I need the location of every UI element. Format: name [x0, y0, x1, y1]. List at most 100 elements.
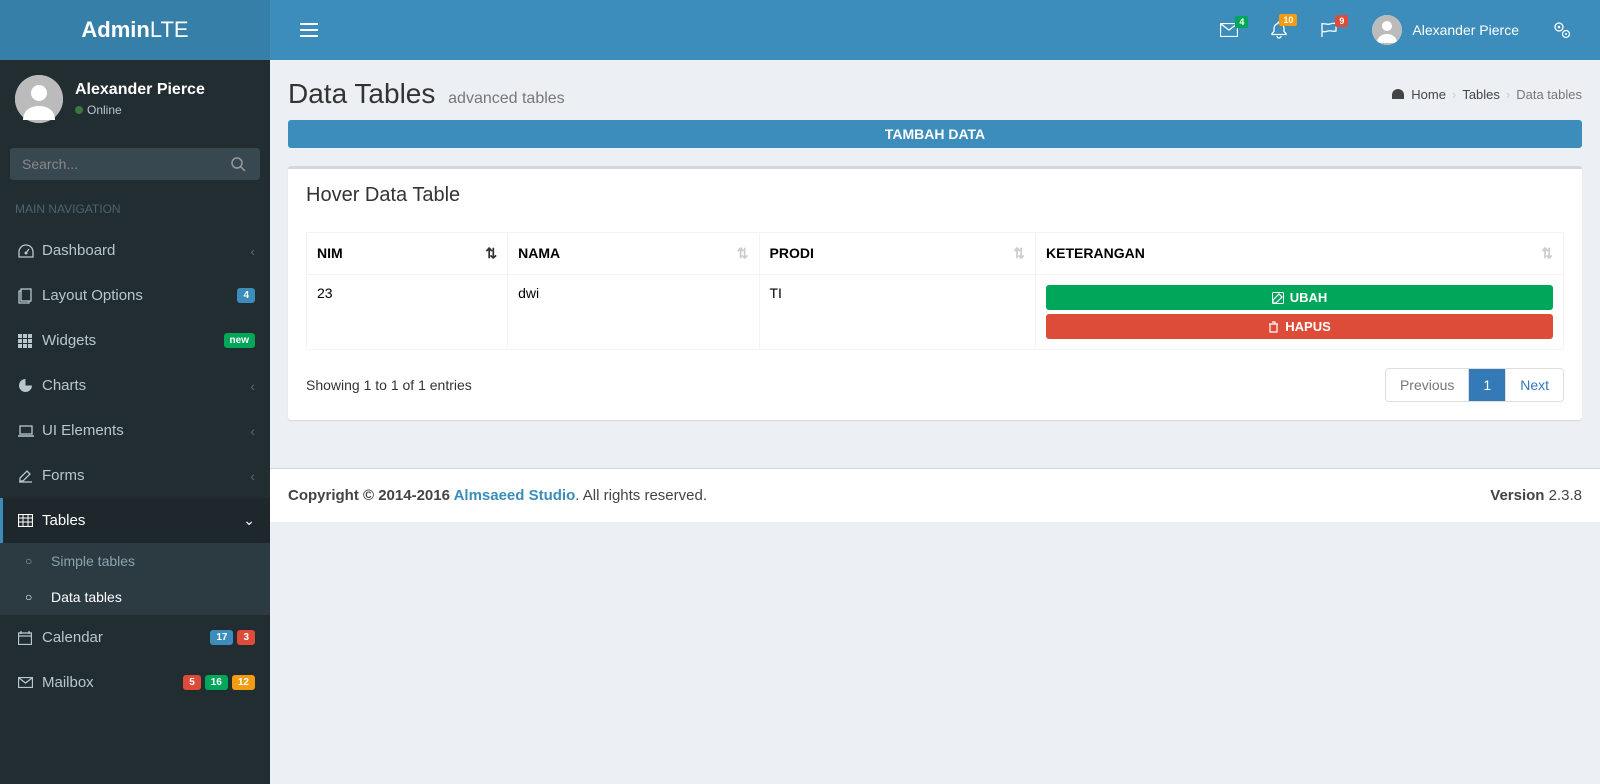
search-input[interactable]: [10, 148, 217, 180]
pie-chart-icon: [18, 378, 42, 393]
tasks-badge: 9: [1335, 15, 1348, 27]
laptop-icon: [18, 425, 42, 437]
pagination-next[interactable]: Next: [1506, 369, 1563, 401]
user-name: Alexander Pierce: [1412, 22, 1519, 38]
chevron-left-icon: ‹: [250, 468, 255, 484]
search-icon: [231, 157, 246, 172]
chevron-left-icon: ‹: [250, 378, 255, 394]
messages-menu[interactable]: 4: [1206, 8, 1252, 52]
sidebar-item-ui[interactable]: UI Elements ‹: [0, 408, 270, 453]
main-sidebar: Alexander Pierce Online MAIN NAVIGATION …: [0, 0, 270, 784]
copyright-text: Copyright © 2014-2016 Almsaeed Studio: [288, 487, 575, 504]
sidebar-item-tables[interactable]: Tables ⌄: [0, 498, 270, 543]
pagination-page-1[interactable]: 1: [1469, 369, 1505, 401]
online-dot-icon: [75, 106, 83, 114]
main-header: AdminLTE 4 10 9 Alexander Pierce: [0, 0, 1600, 60]
widgets-badge: new: [224, 333, 255, 348]
mailbox-badge-3: 12: [232, 675, 255, 690]
add-data-button[interactable]: TAMBAH DATA: [288, 120, 1582, 148]
data-table-box: Hover Data Table NIM⇅ NAMA⇅ PRODI⇅ KETER…: [288, 166, 1582, 420]
pagination-prev[interactable]: Previous: [1386, 369, 1468, 401]
search-button[interactable]: [217, 148, 260, 180]
notifications-badge: 10: [1279, 14, 1297, 26]
sidebar-item-charts[interactable]: Charts ‹: [0, 363, 270, 408]
notifications-menu[interactable]: 10: [1257, 6, 1301, 54]
pagination: Previous 1 Next: [1385, 368, 1564, 402]
sidebar-section-header: MAIN NAVIGATION: [0, 190, 270, 228]
edit-icon: [1272, 292, 1284, 304]
sort-icon: ⇅: [737, 245, 749, 262]
edit-icon: [18, 468, 42, 483]
sidebar-sub-data-tables[interactable]: ○Data tables: [0, 579, 270, 615]
mailbox-badge-2: 16: [205, 675, 228, 690]
sidebar-menu: Dashboard ‹ Layout Options 4 Widgets new…: [0, 228, 270, 705]
layout-badge: 4: [237, 288, 255, 303]
messages-badge: 4: [1235, 16, 1248, 28]
sort-icon: ⇅: [1541, 245, 1553, 262]
brand-logo[interactable]: AdminLTE: [0, 0, 270, 60]
version-number: 2.3.8: [1544, 487, 1582, 504]
envelope-icon: [18, 677, 42, 688]
table-row: 23 dwi TI UBAH: [307, 275, 1564, 350]
avatar: [15, 75, 63, 123]
sidebar-search: [0, 138, 270, 190]
table-footer: Showing 1 to 1 of 1 entries Previous 1 N…: [306, 350, 1564, 402]
col-nim[interactable]: NIM⇅: [307, 233, 508, 275]
dashboard-icon: [1391, 88, 1405, 100]
chevron-down-icon: ⌄: [243, 512, 255, 529]
studio-link[interactable]: Almsaeed Studio: [454, 487, 576, 504]
box-title: Hover Data Table: [306, 184, 460, 206]
page-subtitle: advanced tables: [448, 90, 565, 107]
sidebar-item-dashboard[interactable]: Dashboard ‹: [0, 228, 270, 273]
sidebar-item-mailbox[interactable]: Mailbox 5 16 12: [0, 660, 270, 705]
sidebar-item-widgets[interactable]: Widgets new: [0, 318, 270, 363]
calendar-badge-2: 3: [237, 630, 255, 645]
edit-button[interactable]: UBAH: [1046, 285, 1553, 310]
control-sidebar-toggle[interactable]: [1539, 6, 1585, 54]
breadcrumb: Home › Tables › Data tables: [1391, 87, 1582, 102]
top-navbar: 4 10 9 Alexander Pierce: [270, 0, 1600, 60]
col-prodi[interactable]: PRODI⇅: [759, 233, 1036, 275]
sidebar-item-forms[interactable]: Forms ‹: [0, 453, 270, 498]
circle-o-icon: ○: [25, 554, 41, 568]
sort-asc-icon: ⇅: [485, 245, 497, 262]
th-icon: [18, 334, 42, 348]
main-footer: Copyright © 2014-2016 Almsaeed Studio. A…: [270, 468, 1600, 522]
breadcrumb-parent[interactable]: Tables: [1462, 87, 1500, 102]
cell-prodi: TI: [759, 275, 1036, 350]
content-wrapper: Data Tables advanced tables Home › Table…: [270, 0, 1600, 784]
sidebar-toggle-button[interactable]: [285, 8, 333, 52]
breadcrumb-home[interactable]: Home: [1411, 87, 1446, 102]
calendar-badge-1: 17: [210, 630, 233, 645]
sidebar-item-calendar[interactable]: Calendar 17 3: [0, 615, 270, 660]
chevron-left-icon: ‹: [250, 423, 255, 439]
files-icon: [18, 288, 42, 304]
circle-o-icon: ○: [25, 590, 41, 604]
content-header: Data Tables advanced tables Home › Table…: [270, 60, 1600, 120]
user-panel-name: Alexander Pierce: [75, 81, 205, 99]
nav-right: 4 10 9 Alexander Pierce: [1206, 5, 1585, 55]
cell-nama: dwi: [508, 275, 759, 350]
tables-submenu: ○Simple tables ○Data tables: [0, 543, 270, 615]
sidebar-sub-simple-tables[interactable]: ○Simple tables: [0, 543, 270, 579]
gears-icon: [1553, 21, 1571, 39]
trash-icon: [1268, 321, 1279, 333]
data-table: NIM⇅ NAMA⇅ PRODI⇅ KETERANGAN⇅ 23 dwi TI: [306, 232, 1564, 350]
user-panel: Alexander Pierce Online: [0, 60, 270, 138]
table-header-row: NIM⇅ NAMA⇅ PRODI⇅ KETERANGAN⇅: [307, 233, 1564, 275]
avatar: [1372, 15, 1402, 45]
col-nama[interactable]: NAMA⇅: [508, 233, 759, 275]
dashboard-icon: [18, 244, 42, 258]
delete-button[interactable]: HAPUS: [1046, 314, 1553, 339]
mailbox-badge-1: 5: [183, 675, 201, 690]
user-status: Online: [75, 103, 205, 117]
chevron-left-icon: ‹: [250, 243, 255, 259]
bars-icon: [300, 23, 318, 37]
tasks-menu[interactable]: 9: [1306, 7, 1352, 53]
sort-icon: ⇅: [1013, 245, 1025, 262]
col-keterangan[interactable]: KETERANGAN⇅: [1036, 233, 1564, 275]
table-icon: [18, 514, 42, 527]
page-title: Data Tables advanced tables: [288, 78, 565, 110]
user-menu[interactable]: Alexander Pierce: [1357, 5, 1534, 55]
sidebar-item-layout[interactable]: Layout Options 4: [0, 273, 270, 318]
